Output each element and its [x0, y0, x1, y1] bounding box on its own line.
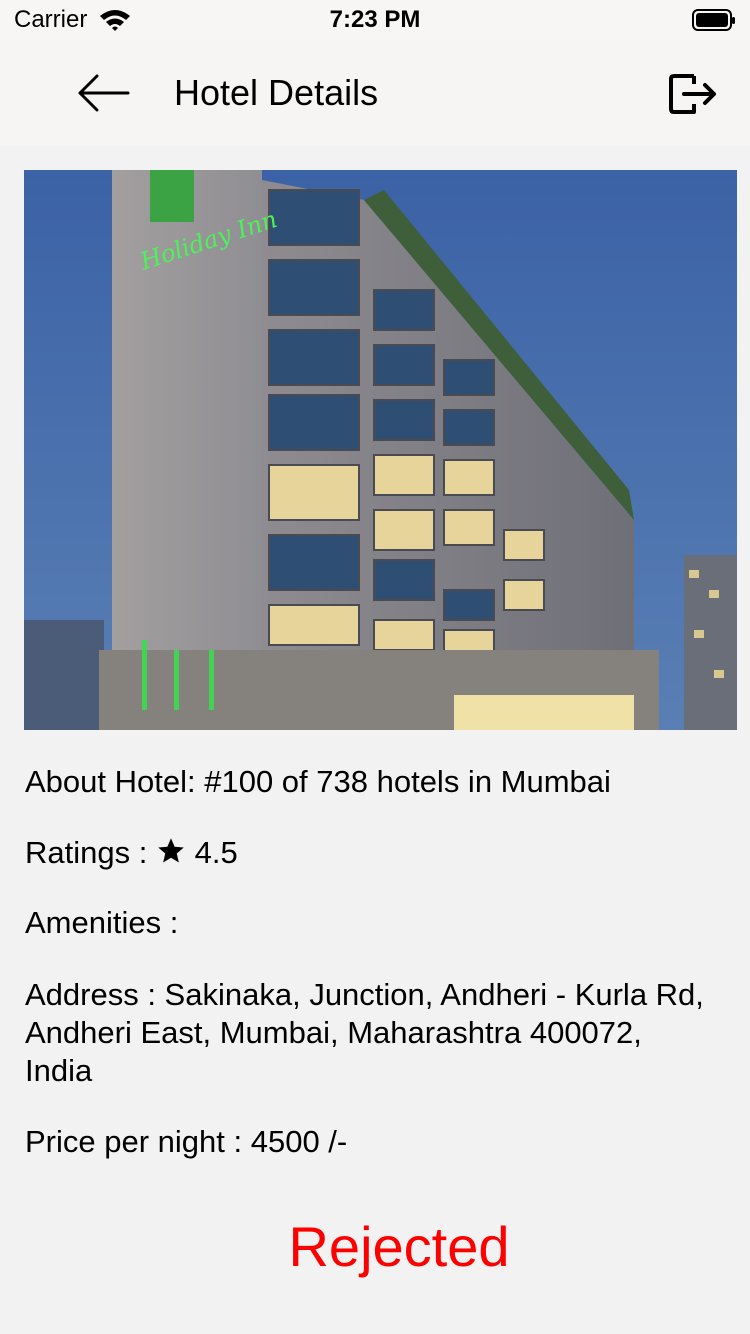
price-text: Price per night : 4500 /- — [25, 1124, 348, 1159]
page-title: Hotel Details — [174, 72, 379, 113]
address-text: Address : Sakinaka, Junction, Andheri - … — [25, 977, 704, 1088]
status-label: Rejected — [288, 1215, 510, 1278]
nav-bar: Hotel Details — [0, 40, 750, 146]
star-icon — [158, 838, 184, 863]
back-button[interactable] — [70, 68, 136, 118]
logout-button[interactable] — [668, 70, 722, 118]
battery-icon — [692, 9, 735, 31]
hotel-image: Holiday Inn — [24, 170, 737, 730]
logout-icon — [669, 74, 716, 114]
about-text: About Hotel: #100 of 738 hotels in Mumba… — [25, 764, 611, 799]
rating-value: 4.5 — [194, 835, 238, 870]
ratings-row: Ratings : 4.5 — [25, 834, 238, 872]
ratings-label: Ratings : — [25, 835, 148, 870]
status-bar: Carrier 7:23 PM — [0, 0, 750, 40]
amenities-label: Amenities : — [25, 905, 179, 940]
status-time: 7:23 PM — [329, 6, 421, 33]
arrow-left-icon — [78, 74, 130, 112]
